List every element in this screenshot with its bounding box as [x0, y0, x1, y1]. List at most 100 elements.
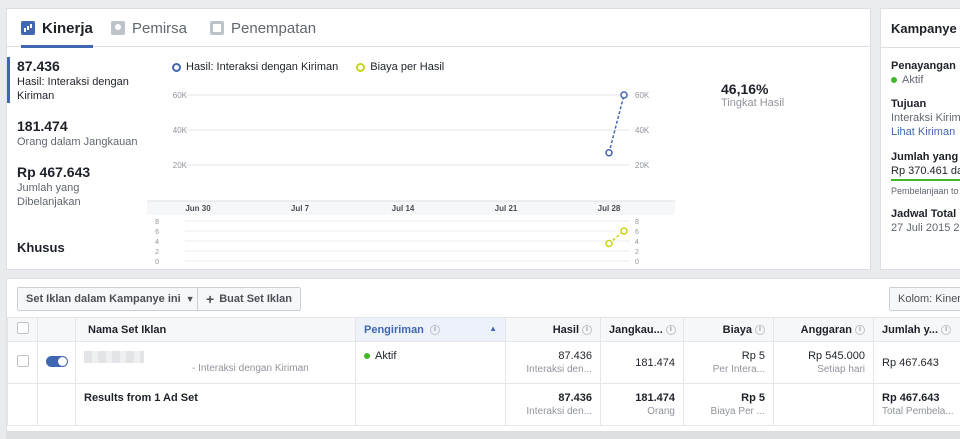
metric-reach[interactable]: 181.474 Orang dalam Jangkauan [7, 117, 139, 149]
x-tick-label: Jul 7 [291, 204, 310, 213]
summary-results-cell: 87.436 Interaksi den... [505, 383, 601, 426]
legend-dot-icon [356, 62, 366, 72]
schedule-value: 27 Juli 2015 22 [891, 222, 960, 234]
view-post-link[interactable]: Lihat Kiriman [891, 125, 960, 139]
summary-label: Results from 1 Ad Set [84, 391, 198, 404]
select-all-checkbox[interactable] [16, 322, 29, 334]
campaign-panel-title: Kampanye [891, 21, 957, 36]
col-header-name[interactable]: Nama Set Iklan [75, 317, 356, 342]
results-data-point [605, 149, 613, 157]
col-header-budget[interactable]: Anggaran i [773, 317, 874, 342]
spent-value: Rp 370.461 da [891, 165, 960, 177]
result-rate-stat: 46,16% Tingkat Hasil [721, 81, 784, 109]
cell-value: Rp 5 [741, 349, 765, 362]
metric-spent[interactable]: Rp 467.643 Jumlah yang Dibelanjakan [7, 163, 139, 209]
info-icon: i [582, 324, 592, 335]
columns-label: Kolom: Kiner [898, 293, 960, 305]
objective-value: Interaksi Kirima [891, 112, 960, 124]
summary-empty-cell [773, 383, 874, 426]
summary-spent-cell: Rp 467.643 Total Pembela... [873, 383, 960, 426]
metric-list: 87.436 Hasil: Interaksi dengan Kiriman 1… [7, 57, 139, 223]
redacted-adset-name [84, 351, 144, 364]
cell-subtext: Setiap hari [817, 363, 865, 375]
adset-table: Nama Set Iklan Pengiriman i ▲ Hasil i Jang… [7, 317, 960, 426]
sub-y-tick-label: 6 [155, 229, 159, 236]
columns-dropdown[interactable]: Kolom: Kiner [889, 287, 960, 311]
metric-value: 181.474 [17, 118, 68, 134]
tab-penempatan[interactable]: Penempatan [210, 9, 316, 47]
cell-value: Rp 545.000 [808, 349, 865, 362]
select-all-cell [7, 317, 38, 342]
header-label: Jangkau... [609, 323, 663, 336]
table-header-row: Nama Set Iklan Pengiriman i ▲ Hasil i Jang… [7, 317, 960, 342]
people-icon [111, 21, 125, 35]
cell-subtext: Total Pembela... [882, 405, 954, 417]
schedule-block: Jadwal Total 27 Juli 2015 22 [891, 207, 960, 235]
sub-y-tick-label: 0 [155, 259, 159, 264]
col-header-reach[interactable]: Jangkau... i [600, 317, 684, 342]
objective-block: Tujuan Interaksi Kirima Lihat Kiriman [891, 97, 960, 139]
metric-value: 87.436 [17, 58, 60, 74]
custom-metric-link[interactable]: Khusus [17, 240, 65, 255]
adset-filter-dropdown[interactable]: Set Iklan dalam Kampanye ini ▼ [17, 287, 204, 311]
col-header-delivery[interactable]: Pengiriman i ▲ [355, 317, 506, 342]
x-tick-label: Jun 30 [185, 204, 211, 213]
result-rate-label: Tingkat Hasil [721, 97, 785, 109]
performance-chart: 60K 60K 40K 40K 20K 20K Jun 30 Jul 7 Jul 14 Jul 2… [147, 91, 675, 264]
col-header-cost[interactable]: Biaya i [683, 317, 774, 342]
sub-y-tick-label: 8 [155, 219, 159, 226]
tab-pemirsa[interactable]: Pemirsa [111, 9, 187, 47]
metric-results[interactable]: 87.436 Hasil: Interaksi dengan Kiriman [7, 57, 139, 103]
results-series-line [608, 94, 625, 153]
cell-subtext: Interaksi den... [526, 363, 592, 375]
summary-empty-cell [37, 383, 76, 426]
delivery-cell: Aktif [355, 341, 506, 384]
row-toggle-cell [37, 341, 76, 384]
legend-item-results[interactable]: Hasil: Interaksi dengan Kiriman [172, 61, 338, 73]
tab-label: Kinerja [42, 19, 93, 37]
col-header-results[interactable]: Hasil i [505, 317, 601, 342]
sub-y-tick-label-right: 8 [635, 219, 639, 226]
header-label: Nama Set Iklan [88, 323, 167, 336]
table-summary-row: Results from 1 Ad Set 87.436 Interaksi de… [7, 383, 960, 426]
metric-value: Rp 467.643 [17, 164, 91, 180]
cell-value: Rp 5 [741, 391, 765, 404]
adset-name-suffix: - Interaksi dengan Kiriman [192, 363, 309, 375]
y-tick-label-right: 20K [635, 161, 650, 170]
y-tick-label-right: 60K [635, 91, 650, 100]
metric-label: Hasil: Interaksi dengan Kiriman [17, 76, 129, 102]
results-cell: 87.436 Interaksi den... [505, 341, 601, 384]
adset-name-cell[interactable]: - Interaksi dengan Kiriman [75, 341, 356, 384]
sub-y-tick-label-right: 0 [635, 259, 639, 264]
plus-icon: + [206, 291, 215, 307]
cell-value: Rp 467.643 [882, 391, 940, 404]
spent-note: Pembelanjaan to [891, 186, 959, 196]
row-checkbox[interactable] [16, 355, 29, 367]
y-tick-label: 60K [173, 91, 188, 100]
summary-cost-cell: Rp 5 Biaya Per ... [683, 383, 774, 426]
spent-cell: Rp 467.643 [873, 341, 960, 384]
summary-empty-cell [355, 383, 506, 426]
header-label: Pengiriman [364, 323, 424, 336]
cell-value: 181.474 [635, 356, 675, 369]
status-dot-icon [891, 77, 897, 84]
status-dot-icon [364, 352, 370, 359]
budget-cell[interactable]: Rp 545.000 Setiap hari [773, 341, 874, 384]
legend-label: Biaya per Hasil [370, 61, 445, 73]
dropdown-label: Set Iklan dalam Kampanye ini [26, 293, 181, 305]
header-label: Anggaran [800, 323, 852, 336]
tab-kinerja[interactable]: Kinerja [21, 9, 93, 48]
legend-item-cost[interactable]: Biaya per Hasil [356, 61, 444, 73]
adset-on-off-toggle[interactable] [46, 355, 68, 367]
delivery-status: Aktif [375, 349, 397, 362]
adset-table-panel: Set Iklan dalam Kampanye ini ▼ + Buat Se… [6, 278, 960, 439]
info-icon: i [755, 324, 765, 335]
spent-block: Jumlah yang D Rp 370.461 da Pembelanjaan… [891, 150, 960, 198]
table-row[interactable]: - Interaksi dengan Kiriman Aktif 87.436 I… [7, 341, 960, 384]
horizontal-scrollbar[interactable] [7, 431, 960, 438]
create-adset-button[interactable]: + Buat Set Iklan [197, 287, 301, 311]
row-select-cell [7, 341, 38, 384]
col-header-spent[interactable]: Jumlah y... i [873, 317, 960, 342]
cell-subtext: Orang [647, 405, 675, 417]
cost-data-point [605, 239, 613, 248]
